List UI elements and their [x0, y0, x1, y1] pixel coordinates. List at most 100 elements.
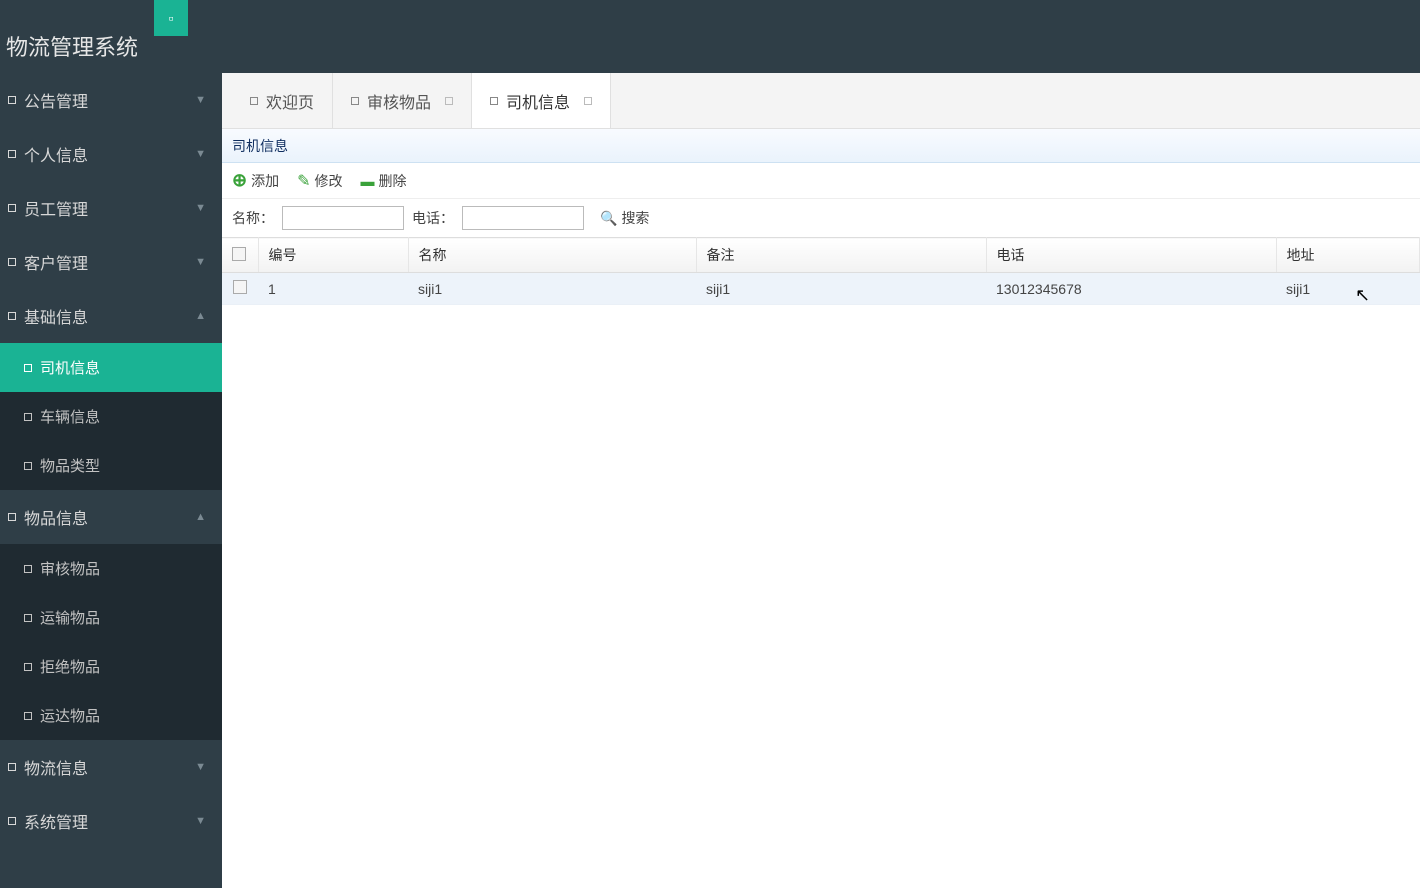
sidebar-item-label: 审核物品: [40, 558, 100, 579]
sidebar-subitem-transport[interactable]: 运输物品: [0, 593, 222, 642]
sidebar-item-profile[interactable]: 个人信息 ▼: [0, 127, 222, 181]
menu-marker-icon: [24, 364, 32, 372]
column-header-id[interactable]: 编号: [258, 238, 408, 273]
chevron-up-icon: ▲: [195, 310, 206, 322]
phone-input[interactable]: [462, 206, 584, 230]
column-header-address[interactable]: 地址: [1276, 238, 1420, 273]
menu-marker-icon: [24, 712, 32, 720]
tab-review-goods[interactable]: 审核物品: [333, 73, 472, 128]
sidebar-subitem-reject[interactable]: 拒绝物品: [0, 642, 222, 691]
chevron-down-icon: ▼: [195, 256, 206, 268]
sidebar-item-label: 车辆信息: [40, 406, 100, 427]
pencil-icon: ✎: [297, 171, 310, 191]
menu-marker-icon: [24, 663, 32, 671]
name-input[interactable]: [282, 206, 404, 230]
sidebar-subitem-delivered[interactable]: 运达物品: [0, 691, 222, 740]
chevron-down-icon: ▼: [195, 815, 206, 827]
chevron-down-icon: ▼: [195, 761, 206, 773]
column-header-phone[interactable]: 电话: [986, 238, 1276, 273]
sidebar-item-customers[interactable]: 客户管理 ▼: [0, 235, 222, 289]
menu-marker-icon: [24, 565, 32, 573]
tab-welcome[interactable]: 欢迎页: [232, 73, 333, 128]
chevron-down-icon: ▼: [195, 94, 206, 106]
menu-marker-icon: [24, 413, 32, 421]
menu-marker-icon: [24, 462, 32, 470]
delete-button[interactable]: ▬ 删除: [361, 171, 407, 191]
minus-icon: ▬: [361, 173, 375, 189]
column-header-note[interactable]: 备注: [696, 238, 986, 273]
app-title: 物流管理系统: [0, 12, 138, 62]
menu-marker-icon: [8, 96, 16, 104]
menu-marker-icon: [8, 513, 16, 521]
tab-driver-info[interactable]: 司机信息: [472, 73, 611, 128]
menu-marker-icon: [8, 150, 16, 158]
app-header: 物流管理系统 ▫: [0, 0, 1420, 73]
row-checkbox-cell[interactable]: [222, 273, 258, 305]
sidebar-item-label: 运达物品: [40, 705, 100, 726]
cell-phone: 13012345678: [986, 273, 1276, 305]
sidebar-item-label: 个人信息: [24, 142, 88, 166]
tab-label: 司机信息: [506, 89, 570, 113]
sidebar-item-label: 物流信息: [24, 755, 88, 779]
phone-label: 电话：: [412, 208, 454, 228]
menu-icon: ▫: [169, 10, 174, 26]
sidebar-item-staff[interactable]: 员工管理 ▼: [0, 181, 222, 235]
sidebar-toggle-button[interactable]: ▫: [154, 0, 188, 36]
sidebar-subitem-driver[interactable]: 司机信息: [0, 343, 222, 392]
tabbar: 欢迎页 审核物品 司机信息: [222, 73, 1420, 129]
add-button[interactable]: ⊕ 添加: [232, 170, 279, 191]
sidebar-item-label: 系统管理: [24, 809, 88, 833]
cell-id: 1: [258, 273, 408, 305]
tab-marker-icon: [351, 97, 359, 105]
menu-marker-icon: [8, 258, 16, 266]
cell-name: siji1: [408, 273, 696, 305]
menu-marker-icon: [8, 312, 16, 320]
panel-title: 司机信息: [222, 129, 1420, 163]
button-label: 删除: [379, 171, 407, 191]
menu-marker-icon: [24, 614, 32, 622]
tab-label: 审核物品: [367, 89, 431, 113]
button-label: 搜索: [621, 208, 649, 228]
select-all-header[interactable]: [222, 238, 258, 273]
sidebar-item-logistics[interactable]: 物流信息 ▼: [0, 740, 222, 794]
main-content: 欢迎页 审核物品 司机信息 司机信息 ⊕ 添加 ✎ 修改: [222, 73, 1420, 888]
sidebar-subitem-goodstype[interactable]: 物品类型: [0, 441, 222, 490]
sidebar-subitem-review[interactable]: 审核物品: [0, 544, 222, 593]
search-icon: 🔍: [600, 210, 617, 227]
column-header-name[interactable]: 名称: [408, 238, 696, 273]
sidebar-item-label: 拒绝物品: [40, 656, 100, 677]
sidebar-item-label: 司机信息: [40, 357, 100, 378]
checkbox-icon: [232, 247, 246, 261]
close-icon[interactable]: [445, 97, 453, 105]
close-icon[interactable]: [584, 97, 592, 105]
sidebar-item-baseinfo[interactable]: 基础信息 ▲: [0, 289, 222, 343]
sidebar-item-label: 基础信息: [24, 304, 88, 328]
edit-button[interactable]: ✎ 修改: [297, 171, 342, 191]
plus-icon: ⊕: [232, 170, 247, 191]
driver-table: 编号 名称 备注 电话 地址 1 siji1 siji1 13012345678…: [222, 237, 1420, 305]
sidebar-item-label: 物品类型: [40, 455, 100, 476]
chevron-down-icon: ▼: [195, 202, 206, 214]
search-button[interactable]: 🔍 搜索: [600, 208, 649, 228]
tab-marker-icon: [490, 97, 498, 105]
button-label: 修改: [315, 171, 343, 191]
sidebar-item-label: 公告管理: [24, 88, 88, 112]
table-header-row: 编号 名称 备注 电话 地址: [222, 238, 1420, 273]
sidebar-item-label: 员工管理: [24, 196, 88, 220]
toolbar: ⊕ 添加 ✎ 修改 ▬ 删除: [222, 163, 1420, 199]
sidebar-item-label: 客户管理: [24, 250, 88, 274]
sidebar-item-announcements[interactable]: 公告管理 ▼: [0, 73, 222, 127]
sidebar-item-label: 物品信息: [24, 505, 88, 529]
sidebar-item-label: 运输物品: [40, 607, 100, 628]
sidebar: 公告管理 ▼ 个人信息 ▼ 员工管理 ▼ 客户管理 ▼ 基础信息 ▲ 司机信息: [0, 73, 222, 888]
cell-address: siji1: [1276, 273, 1420, 305]
sidebar-item-system[interactable]: 系统管理 ▼: [0, 794, 222, 848]
name-label: 名称：: [232, 208, 274, 228]
sidebar-subitem-vehicle[interactable]: 车辆信息: [0, 392, 222, 441]
sidebar-item-goods[interactable]: 物品信息 ▲: [0, 490, 222, 544]
table-row[interactable]: 1 siji1 siji1 13012345678 siji1: [222, 273, 1420, 305]
button-label: 添加: [251, 171, 279, 191]
checkbox-icon: [233, 280, 247, 294]
menu-marker-icon: [8, 817, 16, 825]
tab-label: 欢迎页: [266, 89, 314, 113]
